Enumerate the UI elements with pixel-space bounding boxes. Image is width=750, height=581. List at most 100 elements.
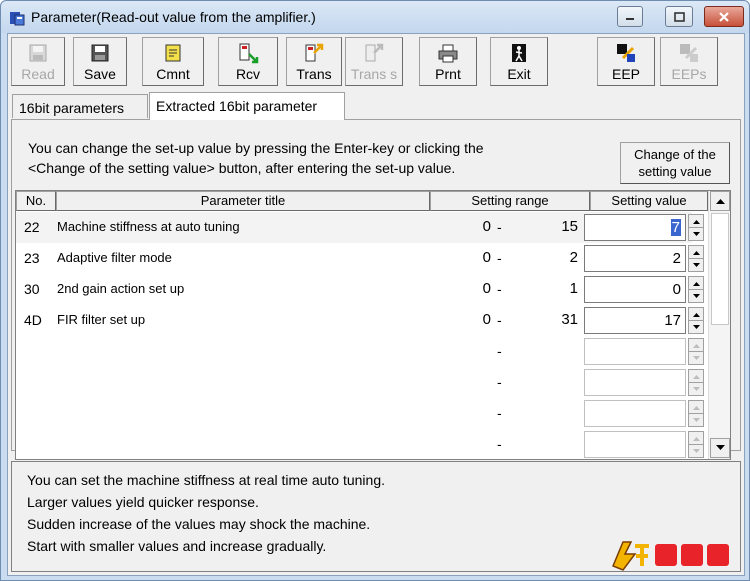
- setting-value-input[interactable]: [584, 400, 686, 427]
- header-setting-range[interactable]: Setting range: [430, 191, 590, 211]
- cell-range-max: 1: [569, 280, 578, 297]
- exit-button[interactable]: Exit: [490, 37, 548, 86]
- spin-down-button[interactable]: [689, 445, 703, 458]
- spin-down-button[interactable]: [689, 383, 703, 396]
- eeps-button[interactable]: EEPs: [660, 37, 718, 86]
- cell-range-dash: -: [497, 405, 502, 421]
- setting-value-input[interactable]: [584, 431, 686, 458]
- maximize-icon: [673, 11, 685, 22]
- eeps-label: EEPs: [671, 66, 707, 82]
- cell-parameter-title: FIR filter set up: [57, 312, 146, 327]
- spin-up-button[interactable]: [689, 339, 703, 352]
- arrow-up-icon: [692, 436, 700, 441]
- description-line: Larger values yield quicker response.: [27, 494, 259, 510]
- arrow-up-icon: [692, 219, 700, 224]
- maximize-button[interactable]: [665, 6, 693, 27]
- vertical-scrollbar[interactable]: [708, 191, 730, 459]
- value-spinner[interactable]: [688, 338, 704, 365]
- title-bar[interactable]: Parameter(Read-out value from the amplif…: [1, 1, 749, 33]
- arrow-up-icon: [692, 281, 700, 286]
- cell-range-min: [471, 336, 491, 367]
- table-row[interactable]: -: [16, 367, 704, 398]
- change-setting-value-button[interactable]: Change of the setting value: [620, 142, 730, 184]
- spin-up-button[interactable]: [689, 370, 703, 383]
- setting-value-input[interactable]: 2: [584, 245, 686, 272]
- value-spinner[interactable]: [688, 400, 704, 427]
- close-button[interactable]: [704, 6, 744, 27]
- spin-down-button[interactable]: [689, 321, 703, 334]
- table-row[interactable]: 30 2nd gain action set up 0-1 0: [16, 274, 704, 305]
- arrow-down-icon: [692, 356, 700, 360]
- description-line: You can set the machine stiffness at rea…: [27, 472, 385, 488]
- read-button[interactable]: Read: [11, 37, 65, 86]
- spin-down-button[interactable]: [689, 290, 703, 303]
- cell-range-min: 0: [482, 218, 491, 235]
- arrow-up-icon: [692, 250, 700, 255]
- value-spinner[interactable]: [688, 214, 704, 241]
- watermark-logo: [612, 541, 729, 571]
- cell-range-min: 0: [482, 280, 491, 297]
- receive-label: Rcv: [235, 66, 261, 82]
- cell-range-dash: -: [497, 219, 502, 235]
- instruction-line: You can change the set-up value by press…: [28, 140, 484, 156]
- tab-extracted-16bit-parameter[interactable]: Extracted 16bit parameter: [149, 92, 345, 120]
- value-spinner[interactable]: [688, 245, 704, 272]
- spin-up-button[interactable]: [689, 432, 703, 445]
- setting-value-input[interactable]: 0: [584, 276, 686, 303]
- header-parameter-title[interactable]: Parameter title: [56, 191, 430, 211]
- change-button-line: setting value: [638, 164, 712, 179]
- spin-up-button[interactable]: [689, 215, 703, 228]
- value-spinner[interactable]: [688, 276, 704, 303]
- cell-range-min: 0: [482, 311, 491, 328]
- table-row[interactable]: -: [16, 336, 704, 367]
- disk-icon: [26, 41, 50, 65]
- exit-door-icon: [507, 41, 531, 65]
- spin-up-button[interactable]: [689, 308, 703, 321]
- cell-range-max: 2: [569, 249, 578, 266]
- save-button[interactable]: Save: [73, 37, 127, 86]
- minimize-button[interactable]: [617, 6, 643, 27]
- scroll-thumb[interactable]: [711, 213, 729, 325]
- table-row[interactable]: 23 Adaptive filter mode 0- 2 2: [16, 243, 704, 274]
- setting-value-input[interactable]: [584, 369, 686, 396]
- arrow-down-icon: [692, 232, 700, 236]
- eep-button[interactable]: EEP: [597, 37, 655, 86]
- cell-no: 30: [24, 281, 40, 297]
- comment-button[interactable]: Cmnt: [142, 37, 204, 86]
- setting-value-input[interactable]: [584, 338, 686, 365]
- spin-down-button[interactable]: [689, 352, 703, 365]
- tab-16bit-parameters[interactable]: 16bit parameters: [12, 94, 148, 118]
- scroll-up-button[interactable]: [710, 191, 730, 211]
- scroll-down-button[interactable]: [710, 438, 730, 458]
- transfer-button[interactable]: Trans: [286, 37, 342, 86]
- cell-range-min: [471, 367, 491, 398]
- header-setting-value[interactable]: Setting value: [590, 191, 708, 211]
- toolbar: Read Save Cmnt Rcv Trans Trans s Prnt Ex…: [8, 34, 744, 90]
- spin-down-button[interactable]: [689, 228, 703, 241]
- parameter-window: Parameter(Read-out value from the amplif…: [0, 0, 750, 581]
- value-spinner[interactable]: [688, 431, 704, 458]
- setting-value-input[interactable]: 7: [584, 214, 686, 241]
- table-row[interactable]: 22 Machine stiffness at auto tuning 0- 15 7: [16, 212, 704, 243]
- spin-up-button[interactable]: [689, 277, 703, 290]
- value-spinner[interactable]: [688, 307, 704, 334]
- table-row[interactable]: -: [16, 429, 704, 460]
- cell-range-dash: -: [497, 312, 502, 328]
- cell-range-min: 0: [482, 249, 491, 266]
- instruction-line: <Change of the setting value> button, af…: [28, 160, 456, 176]
- table-row[interactable]: -: [16, 398, 704, 429]
- print-button[interactable]: Prnt: [419, 37, 477, 86]
- transfer-selected-button[interactable]: Trans s: [345, 37, 403, 86]
- table-row[interactable]: 4D FIR filter set up 0- 31 17: [16, 305, 704, 336]
- value-spinner[interactable]: [688, 369, 704, 396]
- spin-down-button[interactable]: [689, 414, 703, 427]
- setting-value-input[interactable]: 17: [584, 307, 686, 334]
- printer-icon: [436, 41, 460, 65]
- spin-up-button[interactable]: [689, 401, 703, 414]
- exit-label: Exit: [507, 66, 531, 82]
- spin-up-button[interactable]: [689, 246, 703, 259]
- spin-down-button[interactable]: [689, 259, 703, 272]
- receive-button[interactable]: Rcv: [218, 37, 278, 86]
- header-no[interactable]: No.: [16, 191, 56, 211]
- setting-value-text: 0: [672, 281, 681, 298]
